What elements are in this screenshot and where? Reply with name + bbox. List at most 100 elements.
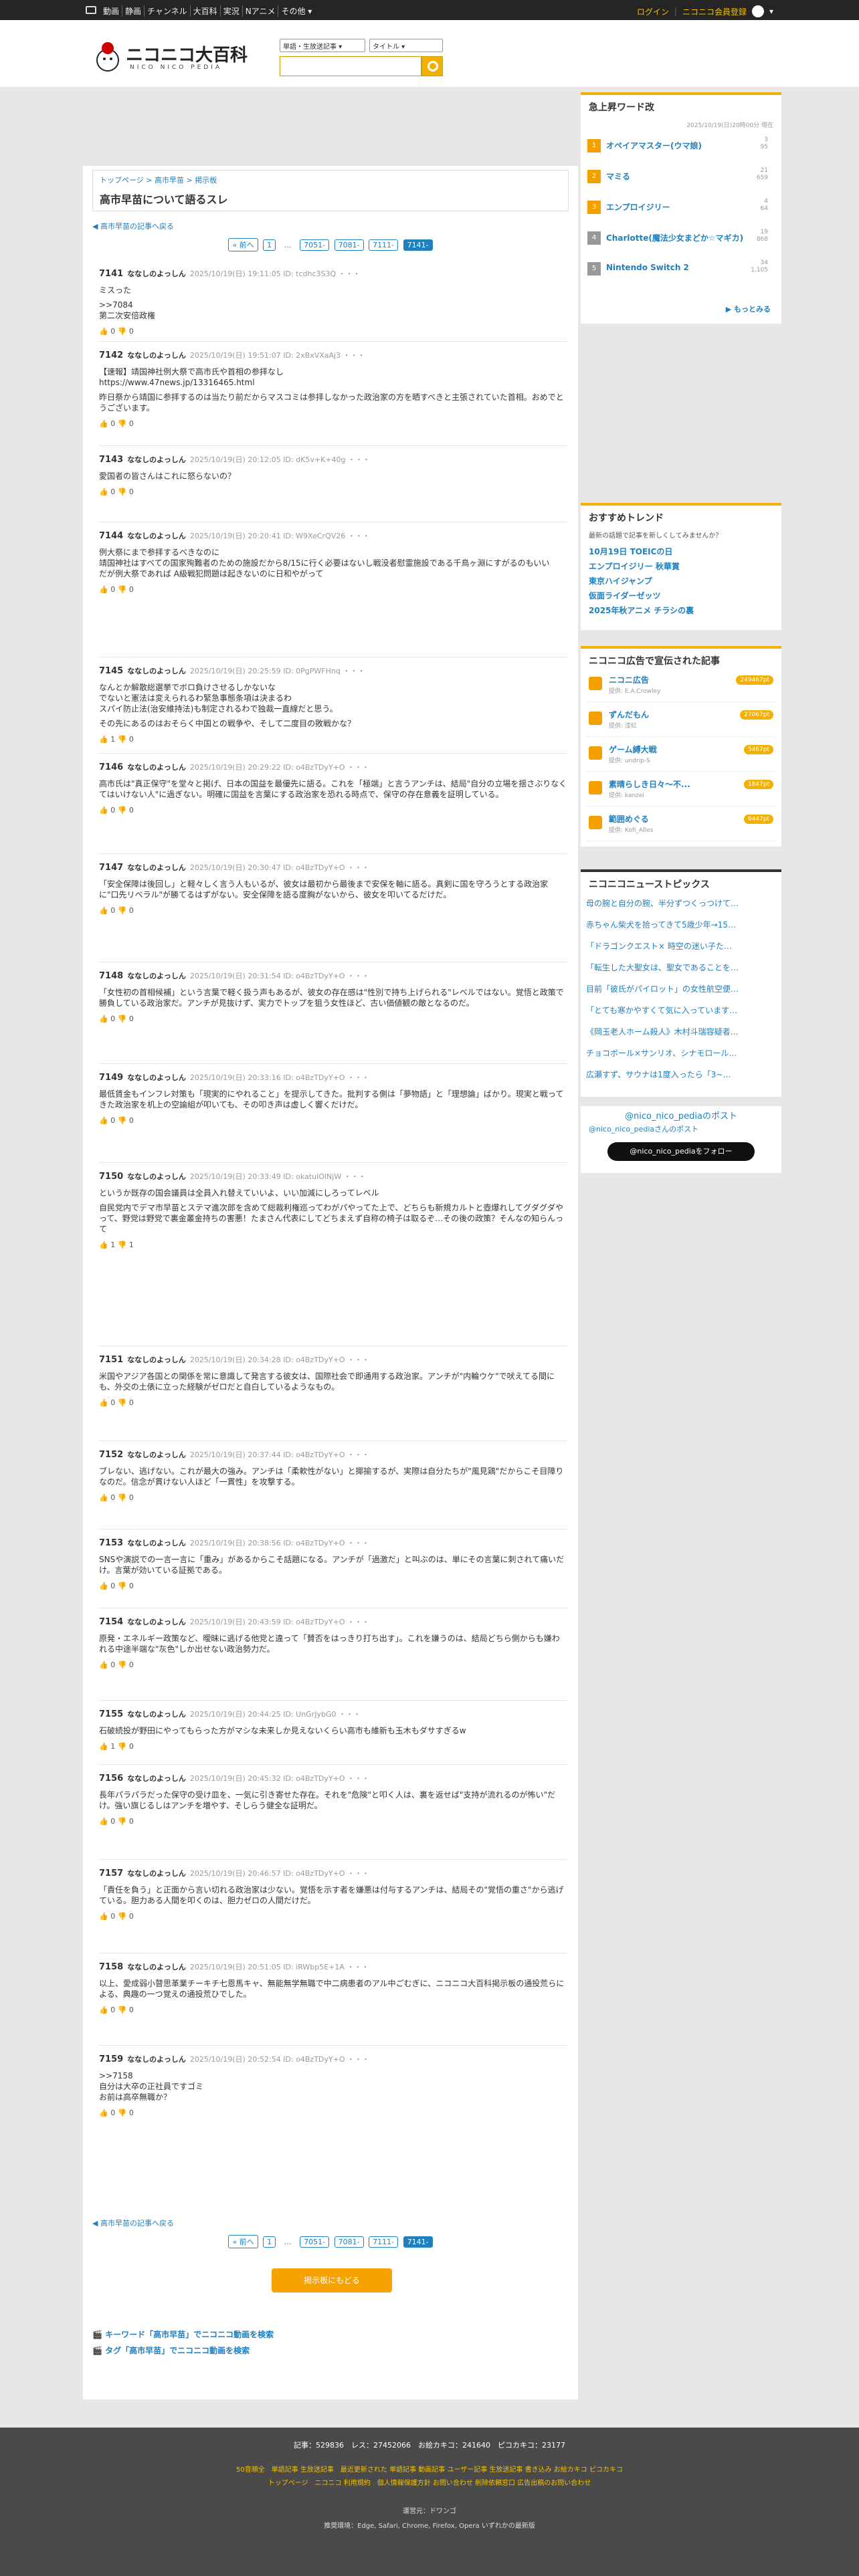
pager-first[interactable]: 1 bbox=[263, 239, 276, 251]
post-votes[interactable]: 👍 0 👎 0 bbox=[99, 487, 567, 498]
post-number[interactable]: 7158 bbox=[99, 1962, 123, 1972]
x-follow-button[interactable]: @nico_nico_pediaをフォロー bbox=[607, 1142, 755, 1161]
site-logo[interactable]: ニコニコ大百科 NICO NICO PEDIA bbox=[94, 40, 254, 74]
post-number[interactable]: 7147 bbox=[99, 863, 123, 873]
trend-item[interactable]: 2025年秋アニメ チラシの裏 bbox=[589, 603, 694, 618]
pager-7081[interactable]: 7081- bbox=[334, 239, 364, 251]
register-link[interactable]: ニコニコ会員登録 bbox=[682, 6, 747, 17]
footer-links-1[interactable]: 50音順全 単語記事 生放送記事 最近更新された 単語記事 動画記事 ユーザー記… bbox=[0, 2464, 859, 2474]
rising-more-link[interactable]: ▶ もっとみる bbox=[726, 304, 771, 314]
x-sub[interactable]: @nico_nico_pediaさんのポスト bbox=[589, 1123, 698, 1134]
nav-video[interactable]: 動画 bbox=[100, 5, 123, 17]
post-votes[interactable]: 👍 0 👎 0 bbox=[99, 584, 567, 595]
search-keyword-label[interactable]: キーワード「高市早苗」でニコニコ動画を検索 bbox=[105, 2330, 274, 2339]
post-number[interactable]: 7159 bbox=[99, 2054, 123, 2064]
news-item[interactable]: 広瀬すず、サウナは1度入ったら「3~… bbox=[586, 1069, 776, 1080]
news-item[interactable]: 「ドラゴンクエスト× 時空の迷い子た… bbox=[586, 940, 776, 952]
rising-item[interactable]: 3 エンプロイ⁠ジリー 4 64 bbox=[586, 198, 776, 217]
ad-item[interactable]: ニコニ広告 提供: E.A.Crowley 249467pt bbox=[586, 670, 776, 702]
nav-other[interactable]: その他 ▾ bbox=[278, 5, 314, 17]
search-tag-link[interactable]: 🎬 タグ「高市早苗」でニコニコ動画を検索 bbox=[92, 2345, 250, 2356]
tv-icon[interactable] bbox=[86, 6, 96, 14]
post-number[interactable]: 7156 bbox=[99, 1774, 123, 1784]
post-number[interactable]: 7154 bbox=[99, 1617, 123, 1627]
search-type-select[interactable]: 単語・生放送記事 ▾ bbox=[280, 39, 365, 52]
search-scope-select[interactable]: タイトル ▾ bbox=[369, 39, 443, 52]
post-votes[interactable]: 👍 0 👎 0 bbox=[99, 2108, 567, 2119]
nav-live[interactable]: 実況 bbox=[221, 5, 243, 17]
pager-current[interactable]: 7141- bbox=[403, 239, 433, 251]
search-input[interactable] bbox=[280, 56, 421, 76]
news-item[interactable]: 母の腕と自分の腕、半分ずつくっつけて… bbox=[586, 897, 776, 909]
pager-first[interactable]: 1 bbox=[263, 2236, 276, 2248]
show-board-button[interactable]: 掲示板にもどる bbox=[272, 2268, 392, 2292]
nav-seiga[interactable]: 静画 bbox=[122, 5, 145, 17]
pager-7051[interactable]: 7051- bbox=[300, 2236, 330, 2248]
pager-prev[interactable]: « 前へ bbox=[228, 238, 258, 251]
breadcrumb[interactable]: トップページ > 高市早苗 > 掲示板 bbox=[100, 175, 217, 185]
post-number[interactable]: 7143 bbox=[99, 455, 123, 465]
post-votes[interactable]: 👍 0 👎 0 bbox=[99, 2005, 567, 2016]
chevron-down-icon[interactable]: ▾ bbox=[769, 7, 773, 16]
post-votes[interactable]: 👍 0 👎 0 bbox=[99, 805, 567, 816]
pager-current[interactable]: 7141- bbox=[403, 2236, 433, 2248]
post-number[interactable]: 7142 bbox=[99, 350, 123, 360]
post-number[interactable]: 7153 bbox=[99, 1538, 123, 1548]
trend-item[interactable]: 東京ハイジャンプ bbox=[589, 574, 694, 588]
news-item[interactable]: 「とても寒かやすくて気に入っています… bbox=[586, 1004, 776, 1016]
nav-channel[interactable]: チャンネル bbox=[145, 5, 191, 17]
post-votes[interactable]: 👍 0 👎 0 bbox=[99, 1581, 567, 1592]
news-item[interactable]: チョコボール×サンリオ、シナモロール… bbox=[586, 1047, 776, 1059]
post-votes[interactable]: 👍 0 👎 0 bbox=[99, 1115, 567, 1126]
post-number[interactable]: 7149 bbox=[99, 1073, 123, 1083]
post-votes[interactable]: 👍 1 👎 0 bbox=[99, 1741, 567, 1752]
post-votes[interactable]: 👍 0 👎 0 bbox=[99, 905, 567, 916]
news-item[interactable]: 赤ちゃん柴犬を拾ってきて5歳少年→15… bbox=[586, 919, 776, 930]
pager-7111[interactable]: 7111- bbox=[369, 2236, 399, 2248]
avatar[interactable] bbox=[751, 5, 764, 17]
trend-item[interactable]: 仮面ライダーゼッツ bbox=[589, 588, 694, 603]
rising-item[interactable]: 4 Charlotte(魔法少女まどか☆マギカ) 19 868 bbox=[586, 229, 776, 247]
post-votes[interactable]: 👍 0 👎 0 bbox=[99, 1816, 567, 1827]
post-votes[interactable]: 👍 0 👎 0 bbox=[99, 1911, 567, 1922]
footer-links-2[interactable]: トップページ ニコニコ 利用規約 個人情報保護方針 お問い合わせ 削除依頼窓口 … bbox=[0, 2477, 859, 2487]
post-number[interactable]: 7150 bbox=[99, 1172, 123, 1182]
post-number[interactable]: 7151 bbox=[99, 1355, 123, 1365]
post-number[interactable]: 7155 bbox=[99, 1709, 123, 1719]
post-votes[interactable]: 👍 1 👎 1 bbox=[99, 1240, 567, 1251]
ad-item[interactable]: 素晴らしき日々～不... 提供: kanzei 1847pt bbox=[586, 774, 776, 807]
back-to-article-link[interactable]: ◀ 高市早苗の記事へ戻る bbox=[92, 221, 174, 231]
trend-item[interactable]: 10月19日 TOEICの日 bbox=[589, 544, 694, 559]
rising-item[interactable]: 2 マミる 21 659 bbox=[586, 167, 776, 186]
nav-anime[interactable]: Nアニメ bbox=[243, 5, 279, 17]
post-number[interactable]: 7152 bbox=[99, 1450, 123, 1460]
ad-item[interactable]: 範囲めぐる 提供: Kofi_Alles 6447pt bbox=[586, 809, 776, 841]
search-button[interactable] bbox=[421, 56, 443, 76]
post-votes[interactable]: 👍 0 👎 0 bbox=[99, 419, 567, 429]
news-item[interactable]: 目前「彼氏がパイロット」の女性航空便… bbox=[586, 983, 776, 994]
post-votes[interactable]: 👍 0 👎 0 bbox=[99, 1660, 567, 1671]
pager-7111[interactable]: 7111- bbox=[369, 239, 399, 251]
post-number[interactable]: 7141 bbox=[99, 269, 123, 279]
back-to-article-link-bottom[interactable]: ◀ 高市早苗の記事へ戻る bbox=[92, 2218, 174, 2228]
post-votes[interactable]: 👍 0 👎 0 bbox=[99, 1398, 567, 1408]
post-number[interactable]: 7146 bbox=[99, 762, 123, 772]
ad-item[interactable]: ゲーム縛大戦 提供: undrip-S 5467pt bbox=[586, 740, 776, 772]
post-number[interactable]: 7157 bbox=[99, 1868, 123, 1879]
news-item[interactable]: 《岡玉老人ホーム殺人》木村斗瑞容疑者… bbox=[586, 1026, 776, 1037]
search-tag-label[interactable]: タグ「高市早苗」でニコニコ動画を検索 bbox=[105, 2346, 250, 2355]
news-item[interactable]: 「転生した大聖女は、聖女であることを… bbox=[586, 962, 776, 973]
rising-item[interactable]: 1 オペイアマスター(ウマ娘) 3 95 bbox=[586, 136, 776, 155]
pager-7081[interactable]: 7081- bbox=[334, 2236, 364, 2248]
post-number[interactable]: 7145 bbox=[99, 666, 123, 676]
rising-item[interactable]: 5 Nintendo Switch 2 34 1,105 bbox=[586, 259, 776, 278]
post-votes[interactable]: 👍 0 👎 0 bbox=[99, 1014, 567, 1025]
post-votes[interactable]: 👍 1 👎 0 bbox=[99, 734, 567, 745]
pager-prev[interactable]: « 前へ bbox=[228, 2235, 258, 2248]
post-votes[interactable]: 👍 0 👎 0 bbox=[99, 1493, 567, 1503]
trend-item[interactable]: エンプロイジリー 秋華賞 bbox=[589, 559, 694, 574]
post-number[interactable]: 7148 bbox=[99, 971, 123, 981]
post-number[interactable]: 7144 bbox=[99, 531, 123, 541]
nav-dic[interactable]: 大百科 bbox=[191, 5, 221, 17]
ad-item[interactable]: ずんだもん 提供: 漆紅 27067pt bbox=[586, 705, 776, 737]
